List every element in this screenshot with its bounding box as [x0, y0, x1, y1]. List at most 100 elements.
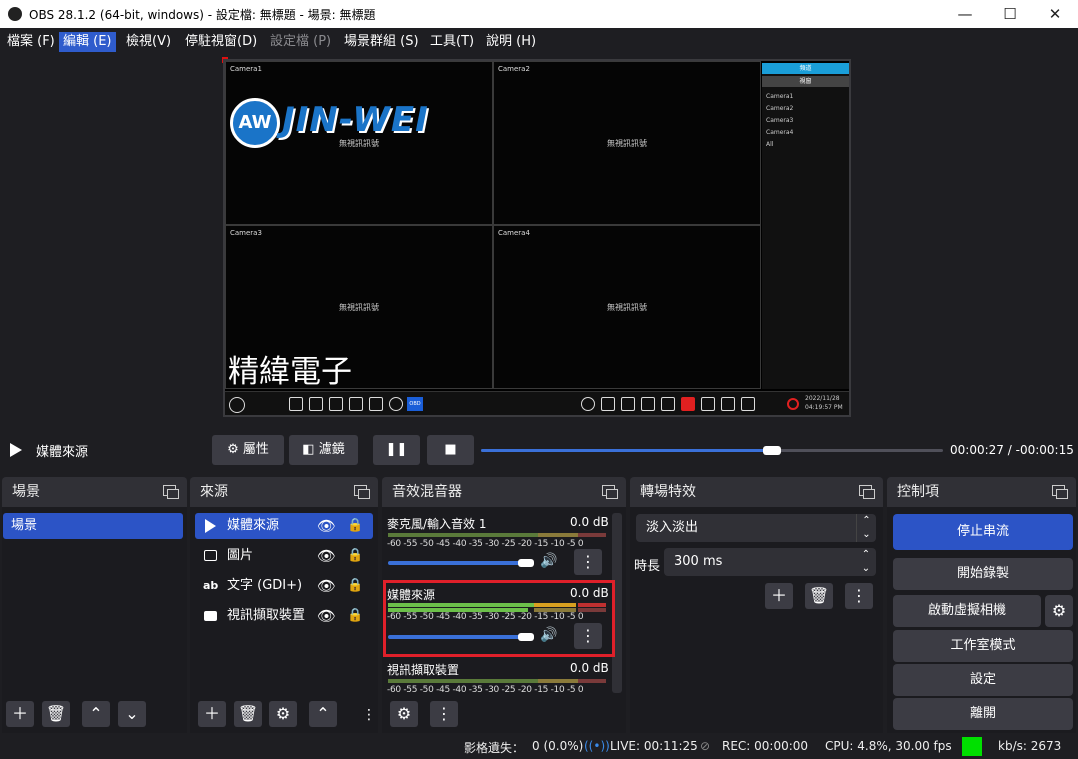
no-signal-text: 無視訊訊號	[607, 139, 647, 148]
minimize-button[interactable]: —	[945, 3, 985, 25]
menu-profile[interactable]: 設定檔 (P)	[266, 32, 335, 52]
camera-label: Camera1	[230, 65, 262, 73]
menu-view[interactable]: 檢視(V)	[122, 32, 175, 52]
source-item-media[interactable]: 媒體來源 👁 🔒	[195, 513, 373, 539]
move-down-button[interactable]: ⌄	[118, 701, 146, 727]
channel-header: 頻道	[762, 63, 849, 74]
maximize-button[interactable]: ☐	[990, 3, 1030, 25]
channel-menu-button[interactable]: ⋮	[574, 623, 602, 649]
duration-input[interactable]: 300 ms ⌃ ⌄	[664, 548, 876, 576]
more-icon[interactable]: ⋮	[362, 707, 376, 723]
channel-menu-button[interactable]: ⋮	[574, 549, 602, 575]
source-item-camera[interactable]: 視訊擷取裝置 👁 🔒	[195, 603, 373, 629]
source-item-image[interactable]: 圖片 👁 🔒	[195, 543, 373, 569]
camera-label: Camera2	[498, 65, 530, 73]
move-up-button[interactable]: ⌃	[309, 701, 337, 727]
close-button[interactable]: ✕	[1035, 3, 1075, 25]
eye-icon[interactable]: 👁	[317, 513, 336, 539]
media-progress-track[interactable]	[481, 446, 943, 455]
remove-transition-button[interactable]: 🗑	[805, 583, 833, 609]
layout-1-icon	[309, 397, 323, 411]
undock-icon[interactable]	[602, 485, 618, 499]
stop-button[interactable]: ■	[427, 435, 474, 465]
eye-icon[interactable]: 👁	[317, 603, 336, 629]
media-time: 00:00:27 / -00:00:15	[950, 443, 1074, 457]
start-virtual-camera-button[interactable]: 啟動虛擬相機	[893, 595, 1041, 627]
remove-scene-button[interactable]: 🗑	[42, 701, 70, 727]
filters-button[interactable]: ◧ 濾鏡	[289, 435, 358, 465]
camera-icon	[601, 397, 615, 411]
level-meter-green	[388, 533, 538, 537]
channel-db: 0.0 dB	[570, 586, 609, 600]
channel-name: 媒體來源	[387, 588, 436, 602]
scenes-list: 場景	[2, 507, 187, 733]
lock-icon[interactable]: 🔒	[347, 603, 363, 629]
mixer-menu-button[interactable]: ⋮	[430, 701, 458, 727]
undock-icon[interactable]	[163, 485, 179, 499]
alarm-icon	[681, 397, 695, 411]
volume-slider[interactable]	[388, 635, 524, 639]
image-icon	[204, 550, 217, 561]
speaker-icon[interactable]: 🔊	[540, 553, 557, 569]
source-item-text[interactable]: ab 文字 (GDI+) 👁 🔒	[195, 573, 373, 599]
undock-icon[interactable]	[354, 485, 370, 499]
logo-mark: AW	[230, 98, 280, 148]
volume-slider[interactable]	[388, 561, 524, 565]
title-bar: OBS 28.1.2 (64-bit, windows) - 設定檔: 無標題 …	[0, 0, 1078, 28]
lock-icon[interactable]: 🔒	[347, 543, 363, 569]
menu-edit[interactable]: 編輯 (E)	[59, 32, 116, 52]
channel-name: 麥克風/輸入音效 1	[387, 517, 487, 531]
time-current: 00:00:27	[950, 443, 1004, 457]
channel-name: 視訊擷取裝置	[387, 663, 460, 677]
stop-stream-button[interactable]: 停止串流	[893, 514, 1073, 550]
level-meter-red	[578, 679, 606, 683]
settings-button[interactable]: 設定	[893, 664, 1073, 696]
duration-value: 300 ms	[674, 554, 723, 569]
volume-handle[interactable]	[518, 633, 534, 641]
speaker-icon[interactable]: 🔊	[540, 627, 557, 643]
media-name: 媒體來源	[36, 445, 89, 460]
add-transition-button[interactable]: ＋	[765, 583, 793, 609]
source-properties-button[interactable]: ⚙	[269, 701, 297, 727]
menu-help[interactable]: 說明 (H)	[482, 32, 540, 52]
eye-icon	[389, 397, 403, 411]
transition-menu-button[interactable]: ⋮	[845, 583, 873, 609]
source-label: 文字 (GDI+)	[227, 578, 303, 593]
dropped-frames-label: 影格遺失：	[464, 741, 525, 755]
media-progress-handle[interactable]	[763, 446, 782, 455]
undock-icon[interactable]	[1052, 485, 1068, 499]
menu-tools[interactable]: 工具(T)	[426, 32, 478, 52]
add-scene-button[interactable]: ＋	[6, 701, 34, 727]
transition-select[interactable]: 淡入淡出 ⌃ ⌄	[636, 514, 876, 542]
advanced-audio-button[interactable]: ⚙	[390, 701, 418, 727]
play-icon[interactable]	[10, 443, 22, 457]
virtual-camera-settings-icon[interactable]: ⚙	[1045, 595, 1073, 627]
volume-handle[interactable]	[518, 559, 534, 567]
studio-mode-button[interactable]: 工作室模式	[893, 630, 1073, 662]
spinner-icon[interactable]: ⌃ ⌄	[856, 548, 876, 576]
meter-scale: -60 -55 -50 -45 -40 -35 -30 -25 -20 -15 …	[387, 685, 584, 695]
add-source-button[interactable]: ＋	[198, 701, 226, 727]
start-recording-button[interactable]: 開始錄製	[893, 558, 1073, 590]
eye-icon[interactable]: 👁	[317, 573, 336, 599]
exit-button[interactable]: 離開	[893, 698, 1073, 730]
nvr-time: 04:19:57 PM	[805, 404, 843, 411]
lock-icon[interactable]: 🔒	[347, 513, 363, 539]
remove-source-button[interactable]: 🗑	[234, 701, 262, 727]
properties-button[interactable]: ⚙ 屬性	[212, 435, 284, 465]
undock-icon[interactable]	[859, 485, 875, 499]
scene-item[interactable]: 場景	[3, 513, 183, 539]
ptz-icon	[641, 397, 655, 411]
lock-icon[interactable]: 🔒	[347, 573, 363, 599]
nvr-preview[interactable]: Camera1 無視訊訊號 AW JIN-WEI Camera2 無視訊訊號 C…	[223, 59, 851, 417]
eye-icon[interactable]: 👁	[317, 543, 336, 569]
channel-item: Camera4	[766, 129, 794, 136]
move-up-button[interactable]: ⌃	[82, 701, 110, 727]
dropped-frames-value: 0 (0.0%)	[532, 739, 584, 753]
image-icon	[369, 397, 383, 411]
menu-docks[interactable]: 停駐視窗(D)	[181, 32, 261, 52]
menu-scene-collection[interactable]: 場景群組 (S)	[340, 32, 423, 52]
menu-file[interactable]: 檔案 (F)	[3, 32, 59, 52]
pause-button[interactable]: ❚❚	[373, 435, 420, 465]
network-icon	[721, 397, 735, 411]
